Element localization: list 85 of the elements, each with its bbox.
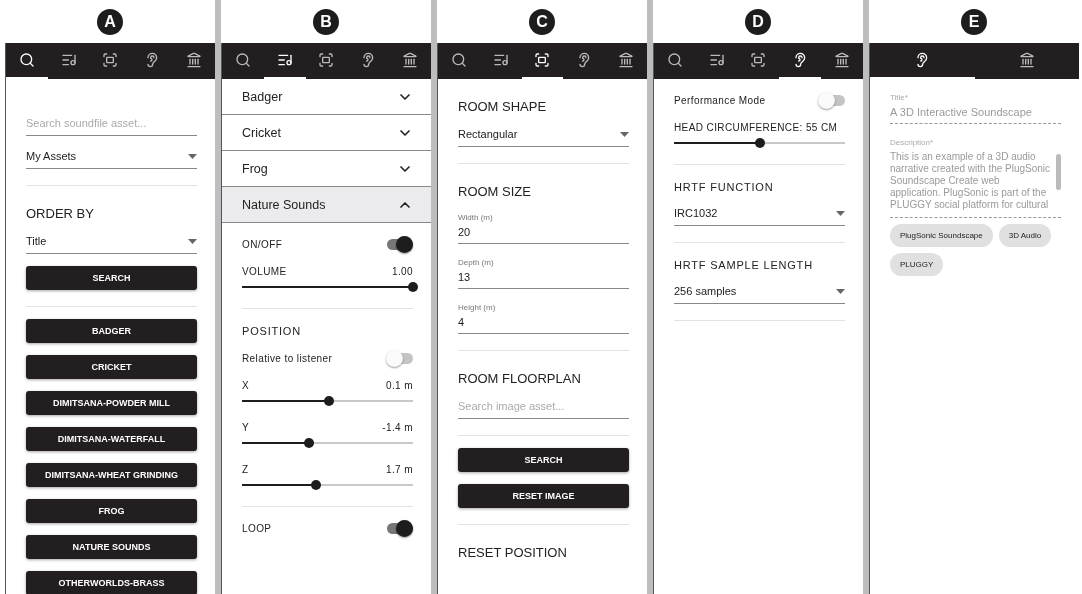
museum-icon [402, 52, 419, 68]
accordion-header[interactable]: Nature Sounds [222, 187, 431, 223]
panel-letter-badge: D [745, 8, 771, 35]
toggle-label: Relative to listener [242, 353, 333, 364]
slider-reading: 0.1 m [386, 380, 413, 391]
action-button[interactable]: NATURE SOUNDS [26, 535, 197, 559]
museum-icon [186, 52, 203, 68]
slider-thumb[interactable] [408, 282, 418, 292]
frame-icon [750, 52, 767, 68]
search-icon [666, 52, 683, 68]
section-heading: POSITION [242, 325, 302, 337]
text-field[interactable]: 13 [458, 267, 629, 289]
section-heading: ROOM FLOORPLAN [458, 371, 582, 386]
slider-thumb[interactable] [303, 438, 314, 448]
panel-letter-badge: A [97, 8, 123, 35]
slider-label: VOLUME [242, 266, 287, 277]
action-button[interactable]: DIMITSANA-WATERFALL [26, 427, 197, 451]
action-button[interactable]: RESET IMAGE [458, 484, 629, 508]
section-heading: HRTF FUNCTION [674, 181, 775, 193]
select-field[interactable]: Title [26, 229, 197, 254]
frame-icon [534, 52, 551, 68]
section-heading: ROOM SIZE [458, 184, 532, 199]
section-heading: ORDER BY [26, 206, 95, 221]
tag-chip[interactable]: PLUGGY [890, 253, 944, 276]
playlist-icon [60, 52, 77, 68]
search-icon [450, 52, 467, 68]
dropdown-caret-icon [620, 131, 629, 137]
slider-reading: -1.4 m [382, 422, 413, 433]
action-button[interactable]: BADGER [26, 319, 197, 343]
panel-letter-badge: E [961, 8, 987, 35]
toggle-switch[interactable] [387, 523, 413, 534]
action-button[interactable]: DIMITSANA-POWDER MILL [26, 391, 197, 415]
tag-chip[interactable]: PlugSonic Soundscape [890, 224, 993, 247]
panel-letter-badge: C [529, 8, 555, 35]
frame-icon [102, 52, 119, 68]
text-field[interactable]: 4 [458, 312, 629, 334]
museum-icon [834, 52, 851, 68]
toggle-label: LOOP [242, 523, 272, 534]
slider-label: HEAD CIRCUMFERENCE: 55 CM [674, 122, 838, 133]
toggle-label: Performance Mode [674, 95, 766, 106]
slider-label: Y [242, 422, 250, 433]
dropdown-caret-icon [836, 288, 845, 294]
text-field[interactable]: 20 [458, 222, 629, 244]
slider-thumb[interactable] [324, 396, 335, 406]
select-field[interactable]: 256 samples [674, 279, 845, 304]
toggle-switch[interactable] [819, 95, 845, 106]
playlist-icon [708, 52, 725, 68]
field-label: Depth (m) [458, 258, 495, 267]
frame-icon [318, 52, 335, 68]
slider-reading: 1.00 [391, 266, 413, 277]
search-icon [234, 52, 251, 68]
slider-thumb[interactable] [310, 480, 321, 490]
slider-reading: 1.7 m [386, 464, 413, 475]
action-button[interactable]: FROG [26, 499, 197, 523]
action-button[interactable]: SEARCH [458, 448, 629, 472]
dropdown-caret-icon [188, 238, 197, 244]
slider-label: X [242, 380, 250, 391]
tag-chip[interactable]: 3D Audio [998, 224, 1052, 247]
playlist-icon [276, 52, 293, 68]
action-button[interactable]: CRICKET [26, 355, 197, 379]
field-label: Height (m) [458, 303, 497, 312]
section-heading: RESET POSITION [458, 545, 568, 560]
museum-icon [618, 52, 635, 68]
slider-thumb[interactable] [754, 138, 765, 148]
action-button[interactable]: OTHERWORLDS-BRASS [26, 571, 197, 594]
toggle-switch[interactable] [387, 239, 413, 250]
search-icon [18, 52, 35, 68]
select-field[interactable]: My Assets [26, 144, 197, 169]
select-field[interactable]: IRC1032 [674, 201, 845, 226]
field-label: Width (m) [458, 213, 494, 222]
panel-letter-badge: B [313, 8, 339, 35]
section-heading: HRTF SAMPLE LENGTH [674, 259, 814, 271]
toggle-label: ON/OFF [242, 239, 283, 250]
field-label: Description* [890, 138, 935, 147]
slider-label: Z [242, 464, 249, 475]
select-field[interactable]: Rectangular [458, 122, 629, 147]
action-button[interactable]: SEARCH [26, 266, 197, 290]
action-button[interactable]: DIMITSANA-WHEAT GRINDING [26, 463, 197, 487]
section-heading: ROOM SHAPE [458, 99, 548, 114]
playlist-icon [492, 52, 509, 68]
dropdown-caret-icon [836, 210, 845, 216]
toggle-switch[interactable] [387, 353, 413, 364]
museum-icon [1018, 52, 1035, 68]
dropdown-caret-icon [188, 153, 197, 159]
field-label: Title* [890, 93, 909, 102]
